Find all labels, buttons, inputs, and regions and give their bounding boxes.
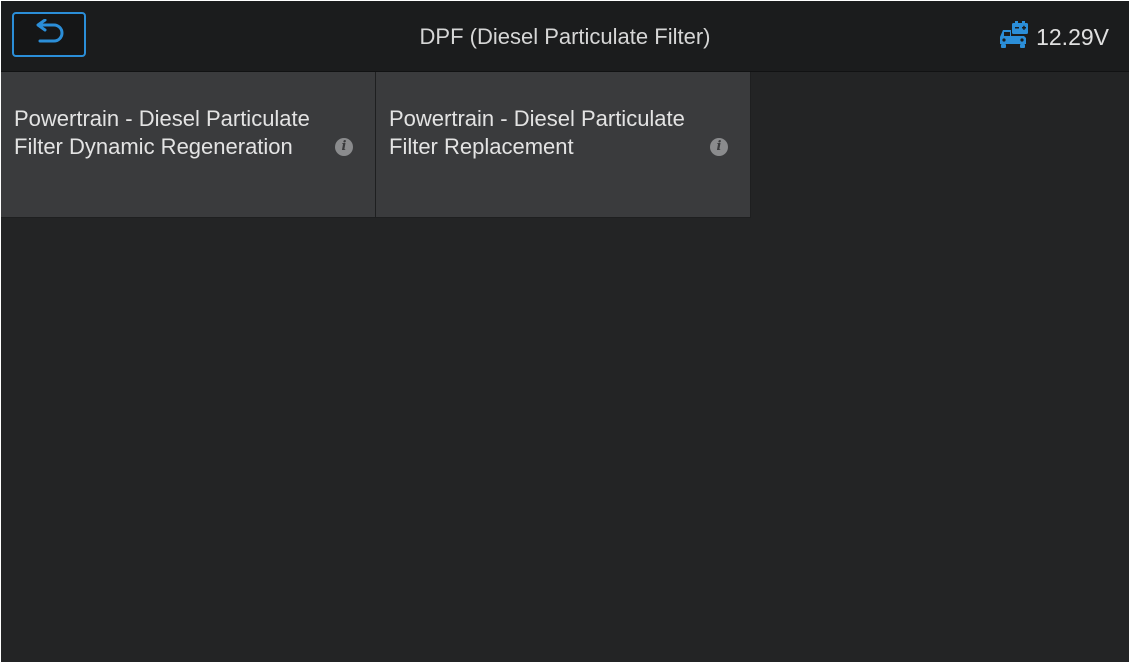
back-arrow-icon	[32, 18, 66, 50]
function-list: Powertrain - Diesel Particulate Filter D…	[1, 72, 751, 218]
car-battery-icon	[998, 20, 1030, 54]
function-tile-dpf-dynamic-regeneration[interactable]: Powertrain - Diesel Particulate Filter D…	[1, 72, 376, 218]
app-screen: DPF (Diesel Particulate Filter) 12.29V P…	[1, 1, 1129, 662]
back-button[interactable]	[12, 12, 86, 57]
function-tile-label: Powertrain - Diesel Particulate Filter R…	[389, 106, 685, 159]
function-tile-dpf-replacement[interactable]: Powertrain - Diesel Particulate Filter R…	[376, 72, 751, 218]
function-tile-label: Powertrain - Diesel Particulate Filter D…	[14, 106, 310, 159]
top-bar: DPF (Diesel Particulate Filter) 12.29V	[1, 1, 1129, 72]
battery-voltage: 12.29V	[1036, 23, 1109, 50]
info-icon[interactable]: i	[710, 138, 728, 156]
info-icon[interactable]: i	[335, 138, 353, 156]
page-title: DPF (Diesel Particulate Filter)	[419, 24, 711, 49]
battery-status: 12.29V	[998, 20, 1109, 54]
